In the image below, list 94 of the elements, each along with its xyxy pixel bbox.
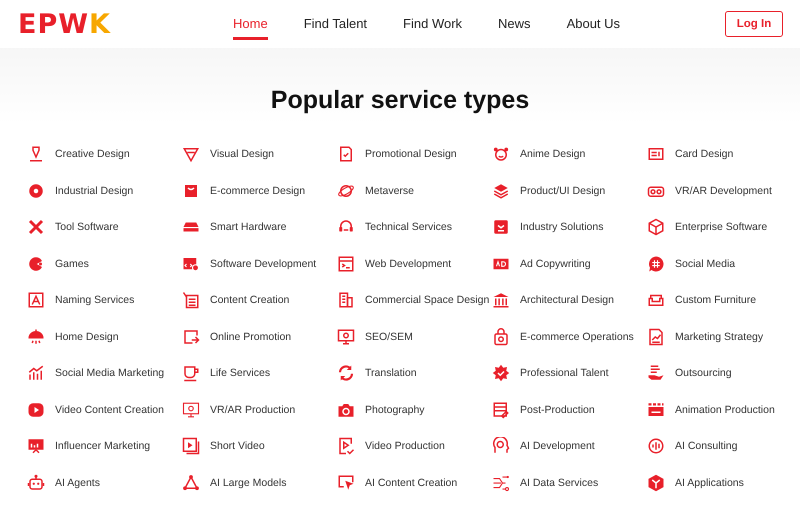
service-link[interactable]: Smart Hardware xyxy=(210,221,286,234)
service-link[interactable]: Video Content Creation xyxy=(55,404,164,416)
service-link[interactable]: AI Data Services xyxy=(520,476,598,489)
service-link[interactable]: Social Media xyxy=(675,258,736,270)
section-title: Popular service types xyxy=(270,86,530,115)
service-link[interactable]: Product/UI Design xyxy=(520,184,606,197)
refresh-icon xyxy=(337,364,355,382)
badge-check-icon xyxy=(492,364,510,382)
service-link[interactable]: Enterprise Software xyxy=(675,221,768,234)
monitor-icon xyxy=(182,400,200,419)
service-link[interactable]: Creative Design xyxy=(55,148,130,160)
nav-link[interactable]: Home xyxy=(233,8,268,40)
pillared-building-icon xyxy=(492,291,510,310)
building-icon xyxy=(337,291,355,310)
service-link[interactable]: Home Design xyxy=(55,330,119,343)
service-link[interactable]: AI Large Models xyxy=(210,476,286,489)
service-link[interactable]: Post-Production xyxy=(520,404,595,416)
service-link[interactable]: Industrial Design xyxy=(55,184,134,197)
service-link[interactable]: AI Agents xyxy=(55,476,100,489)
service-link[interactable]: Content Creation xyxy=(210,294,290,306)
play-square-icon xyxy=(182,437,200,456)
nav-link[interactable]: News xyxy=(498,8,531,40)
service-link[interactable]: Custom Furniture xyxy=(675,294,756,306)
triangle-icon xyxy=(182,145,200,164)
circle-bite-icon xyxy=(27,254,45,273)
service-link[interactable]: Industry Solutions xyxy=(520,221,604,234)
presentation-icon xyxy=(27,437,45,456)
logo[interactable]: EPWK xyxy=(18,10,223,38)
service-link[interactable]: Ad Copywriting xyxy=(520,258,591,270)
service-link[interactable]: Technical Services xyxy=(365,221,452,234)
service-link[interactable]: AI Applications xyxy=(675,476,744,489)
bar-chart-icon xyxy=(27,364,45,382)
nav-link[interactable]: Find Work xyxy=(403,8,462,40)
edit-window-icon xyxy=(492,400,510,419)
hash-bubble-icon xyxy=(647,254,665,273)
film-icon xyxy=(647,400,665,419)
layers-icon xyxy=(492,182,510,200)
nav-link[interactable]: About Us xyxy=(566,8,620,40)
service-link[interactable]: Commercial Space Design xyxy=(365,294,490,306)
service-link[interactable]: Software Development xyxy=(210,258,316,270)
service-link[interactable]: Online Promotion xyxy=(210,330,292,343)
service-link[interactable]: Translation xyxy=(365,367,417,380)
triangle-nodes-icon xyxy=(182,474,200,492)
service-link[interactable]: Visual Design xyxy=(210,148,274,160)
crossed-tools-icon xyxy=(27,218,45,236)
service-link[interactable]: Anime Design xyxy=(520,148,586,160)
service-link[interactable]: Metaverse xyxy=(365,184,414,197)
terminal-icon xyxy=(337,254,355,273)
service-link[interactable]: E-commerce Operations xyxy=(520,330,634,343)
lamp-icon xyxy=(27,328,45,346)
bear-face-icon xyxy=(492,145,510,164)
play-document-icon xyxy=(337,437,355,456)
service-link[interactable]: Animation Production xyxy=(675,404,775,416)
service-link[interactable]: Video Production xyxy=(365,440,445,452)
service-link[interactable]: Life Services xyxy=(210,367,270,380)
service-link[interactable]: VR/AR Development xyxy=(675,184,772,197)
login-button[interactable]: Log In xyxy=(725,11,783,37)
service-link[interactable]: Tool Software xyxy=(55,221,119,234)
service-link[interactable]: E-commerce Design xyxy=(210,184,306,197)
cup-icon xyxy=(182,364,200,382)
cube-icon xyxy=(647,218,665,236)
sound-wave-icon xyxy=(647,437,665,456)
service-link[interactable]: Photography xyxy=(365,404,425,416)
window-arrow-icon xyxy=(182,328,200,346)
service-link[interactable]: Games xyxy=(55,258,89,270)
service-link[interactable]: Outsourcing xyxy=(675,367,732,380)
hexagon-icon xyxy=(647,474,665,492)
service-link[interactable]: Promotional Design xyxy=(365,148,457,160)
service-link[interactable]: Influencer Marketing xyxy=(55,440,150,452)
service-link[interactable]: Short Video xyxy=(210,440,265,452)
service-link[interactable]: Naming Services xyxy=(55,294,134,306)
circuit-icon xyxy=(492,474,510,492)
robot-icon xyxy=(27,474,45,492)
service-link[interactable]: Social Media Marketing xyxy=(55,367,164,380)
chart-document-icon xyxy=(647,328,665,346)
service-link[interactable]: Marketing Strategy xyxy=(675,330,764,343)
service-link[interactable]: SEO/SEM xyxy=(365,330,413,343)
service-link[interactable]: AI Consulting xyxy=(675,440,738,452)
monitor-search-icon xyxy=(337,328,355,346)
service-link[interactable]: AI Development xyxy=(520,440,595,452)
play-icon xyxy=(27,400,45,419)
service-link[interactable]: Card Design xyxy=(675,148,734,160)
service-link[interactable]: Web Development xyxy=(365,258,452,270)
service-link[interactable]: Architectural Design xyxy=(520,294,614,306)
service-link[interactable]: VR/AR Production xyxy=(210,404,296,416)
document-list-icon xyxy=(182,291,200,310)
head-icon xyxy=(492,437,510,456)
pen-nib-icon xyxy=(27,145,45,164)
cursor-icon xyxy=(337,474,355,492)
ball-icon xyxy=(27,182,45,200)
service-link[interactable]: AI Content Creation xyxy=(365,476,458,489)
document-check-icon xyxy=(337,145,355,164)
service-link[interactable]: Professional Talent xyxy=(520,367,609,380)
nav-link[interactable]: Find Talent xyxy=(304,8,368,40)
